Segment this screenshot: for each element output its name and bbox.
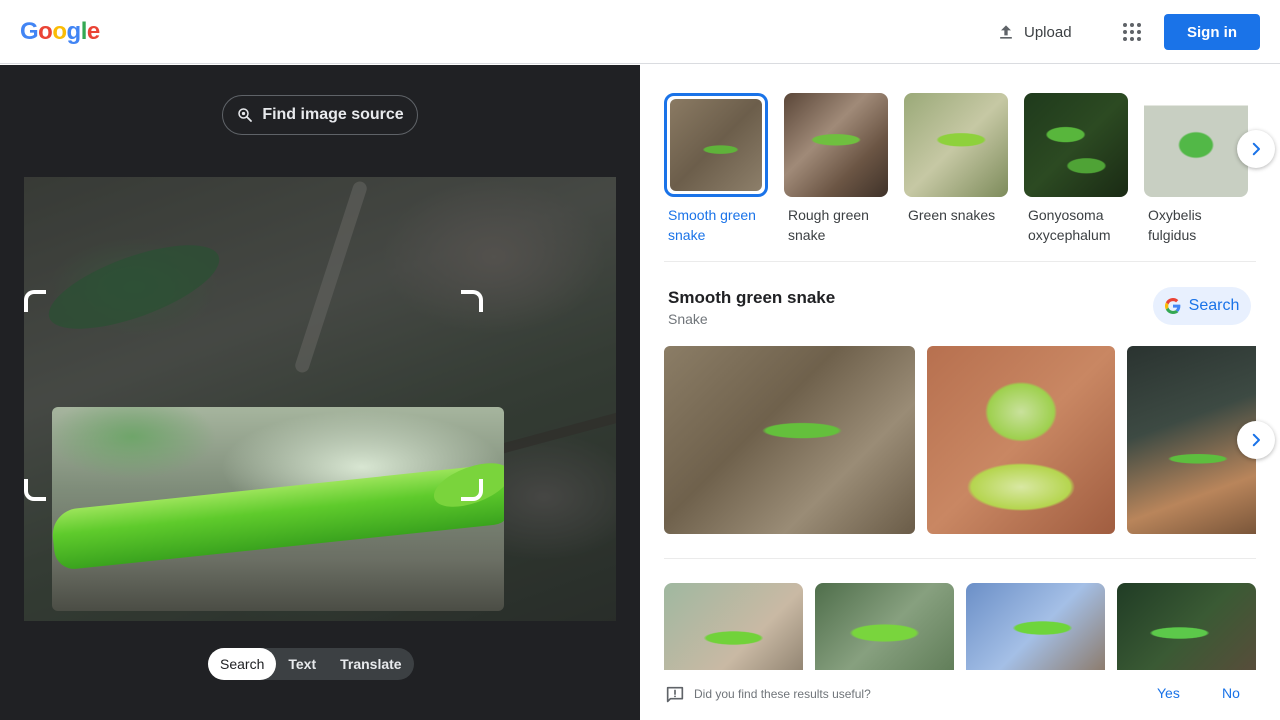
mode-tabs: Search Text Translate: [208, 648, 414, 680]
selected-region[interactable]: [52, 407, 504, 611]
related-item[interactable]: Green snakes: [904, 93, 1008, 225]
find-image-source-button[interactable]: Find image source: [222, 95, 418, 135]
related-thumbnail: [784, 93, 888, 197]
visual-match-image[interactable]: [1117, 583, 1256, 683]
logo-letter: o: [38, 18, 53, 45]
tab-text[interactable]: Text: [276, 648, 328, 680]
related-thumbnail: [1024, 93, 1128, 197]
related-thumbnail: [664, 93, 768, 197]
apps-button[interactable]: [1116, 16, 1148, 48]
related-item[interactable]: Oxybelis fulgidus: [1144, 93, 1248, 245]
related-next-button[interactable]: [1237, 130, 1275, 168]
google-g-icon: [1164, 298, 1181, 314]
entity-search-button[interactable]: Search: [1153, 287, 1251, 325]
related-label: Smooth green snake: [668, 207, 756, 243]
related-searches-carousel: Smooth green snake Rough green snake Gre…: [664, 89, 1264, 261]
logo-letter: g: [66, 18, 82, 45]
entity-images-next-button[interactable]: [1237, 421, 1275, 459]
query-image-pane: Find image source Search Text Translate: [0, 65, 640, 720]
find-image-source-label: Find image source: [262, 106, 404, 123]
visual-match-image[interactable]: [815, 583, 954, 683]
entity-subtitle: Snake: [668, 311, 708, 327]
snake-body: [52, 463, 504, 571]
visual-match-image[interactable]: [966, 583, 1105, 683]
entity-title[interactable]: Smooth green snake: [668, 288, 835, 308]
chevron-right-icon: [1252, 142, 1260, 156]
google-logo[interactable]: Google: [20, 18, 100, 46]
entity-search-label: Search: [1188, 297, 1240, 314]
related-label: Gonyosoma oxycephalum: [1028, 207, 1111, 243]
top-bar: Google Upload Sign in: [0, 0, 1280, 64]
result-image[interactable]: [927, 346, 1115, 534]
crop-handle-bottom-left[interactable]: [24, 479, 46, 501]
feedback-question: Did you find these results useful?: [694, 687, 871, 701]
logo-letter: o: [52, 18, 67, 45]
upload-button[interactable]: Upload: [986, 14, 1082, 50]
logo-letter: e: [86, 18, 100, 45]
results-pane: Smooth green snake Rough green snake Gre…: [640, 65, 1280, 720]
visual-match-image[interactable]: [664, 583, 803, 683]
query-image[interactable]: [24, 177, 616, 621]
crop-handle-top-left[interactable]: [24, 290, 46, 312]
related-thumbnail: [904, 93, 1008, 197]
section-divider: [664, 261, 1256, 262]
feedback-bar: Did you find these results useful? Yes N…: [640, 670, 1280, 720]
tab-translate[interactable]: Translate: [328, 648, 413, 680]
logo-letter: G: [20, 18, 39, 45]
tab-search[interactable]: Search: [208, 648, 277, 680]
lens-search-icon: [238, 108, 253, 122]
related-label: Green snakes: [908, 207, 996, 223]
chevron-right-icon: [1252, 433, 1260, 447]
related-label: Rough green snake: [788, 207, 869, 243]
feedback-no-button[interactable]: No: [1222, 685, 1240, 701]
section-divider: [664, 558, 1256, 559]
sign-in-button[interactable]: Sign in: [1164, 14, 1260, 50]
crop-handle-top-right[interactable]: [461, 290, 483, 312]
related-item[interactable]: Gonyosoma oxycephalum: [1024, 93, 1128, 245]
related-label: Oxybelis fulgidus: [1148, 207, 1202, 243]
related-item[interactable]: Smooth green snake: [664, 93, 768, 245]
feedback-yes-button[interactable]: Yes: [1157, 685, 1180, 701]
upload-label: Upload: [1024, 23, 1072, 41]
upload-icon: [1000, 25, 1012, 39]
crop-handle-bottom-right[interactable]: [461, 479, 483, 501]
feedback-icon[interactable]: [664, 684, 686, 706]
apps-grid-icon: [1123, 23, 1141, 41]
result-image[interactable]: [664, 346, 915, 534]
related-item[interactable]: Rough green snake: [784, 93, 888, 245]
related-thumbnail: [1144, 93, 1248, 197]
